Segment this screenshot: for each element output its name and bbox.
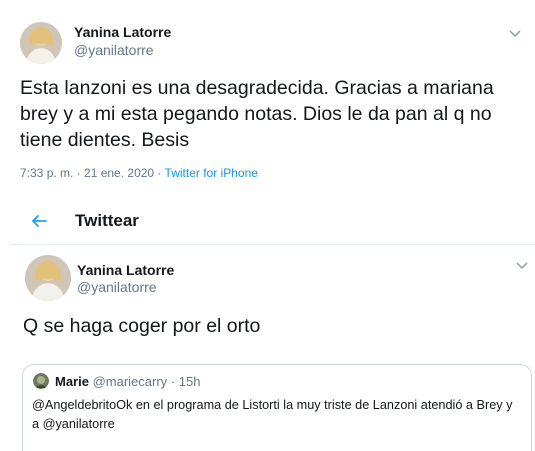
quoted-author-handle[interactable]: @mariecarry xyxy=(93,374,168,389)
source-link[interactable]: Twitter for iPhone xyxy=(165,166,258,180)
tweet-text: Q se haga coger por el orto xyxy=(23,315,261,337)
page-title: Twittear xyxy=(75,211,139,230)
avatar[interactable] xyxy=(25,255,71,301)
back-arrow-icon[interactable] xyxy=(30,213,48,229)
quoted-time[interactable]: · 15h xyxy=(171,374,201,389)
quoted-tweet[interactable]: Marie @mariecarry · 15h @AngeldebritoOk … xyxy=(22,364,532,451)
timestamp[interactable]: 7:33 p. m. · 21 ene. 2020 xyxy=(20,166,154,180)
author-name[interactable]: Yanina Latorre xyxy=(74,24,171,40)
tweet-card-2: Yanina Latorre @yanilatorre Q se haga co… xyxy=(10,245,535,451)
compose-header: Twittear xyxy=(10,205,535,245)
tweet-text: Esta lanzoni es una desagradecida. Graci… xyxy=(20,77,494,151)
tweet-card-1: Yanina Latorre @yanilatorre Esta lanzoni… xyxy=(0,0,535,195)
tweet-meta: 7:33 p. m. · 21 ene. 2020 · Twitter for … xyxy=(20,166,258,180)
meta-separator: · xyxy=(154,166,165,180)
quoted-header: Marie @mariecarry · 15h xyxy=(55,374,200,389)
author-handle[interactable]: @yanilatorre xyxy=(74,42,154,58)
chevron-down-icon[interactable] xyxy=(515,258,529,269)
avatar[interactable] xyxy=(20,22,62,64)
author-name[interactable]: Yanina Latorre xyxy=(77,262,174,278)
avatar[interactable] xyxy=(33,373,49,389)
quoted-text: @AngeldebritoOk en el programa de Listor… xyxy=(32,398,513,431)
quoted-author-name[interactable]: Marie xyxy=(55,374,89,389)
chevron-down-icon[interactable] xyxy=(508,26,522,37)
author-handle[interactable]: @yanilatorre xyxy=(77,279,157,295)
